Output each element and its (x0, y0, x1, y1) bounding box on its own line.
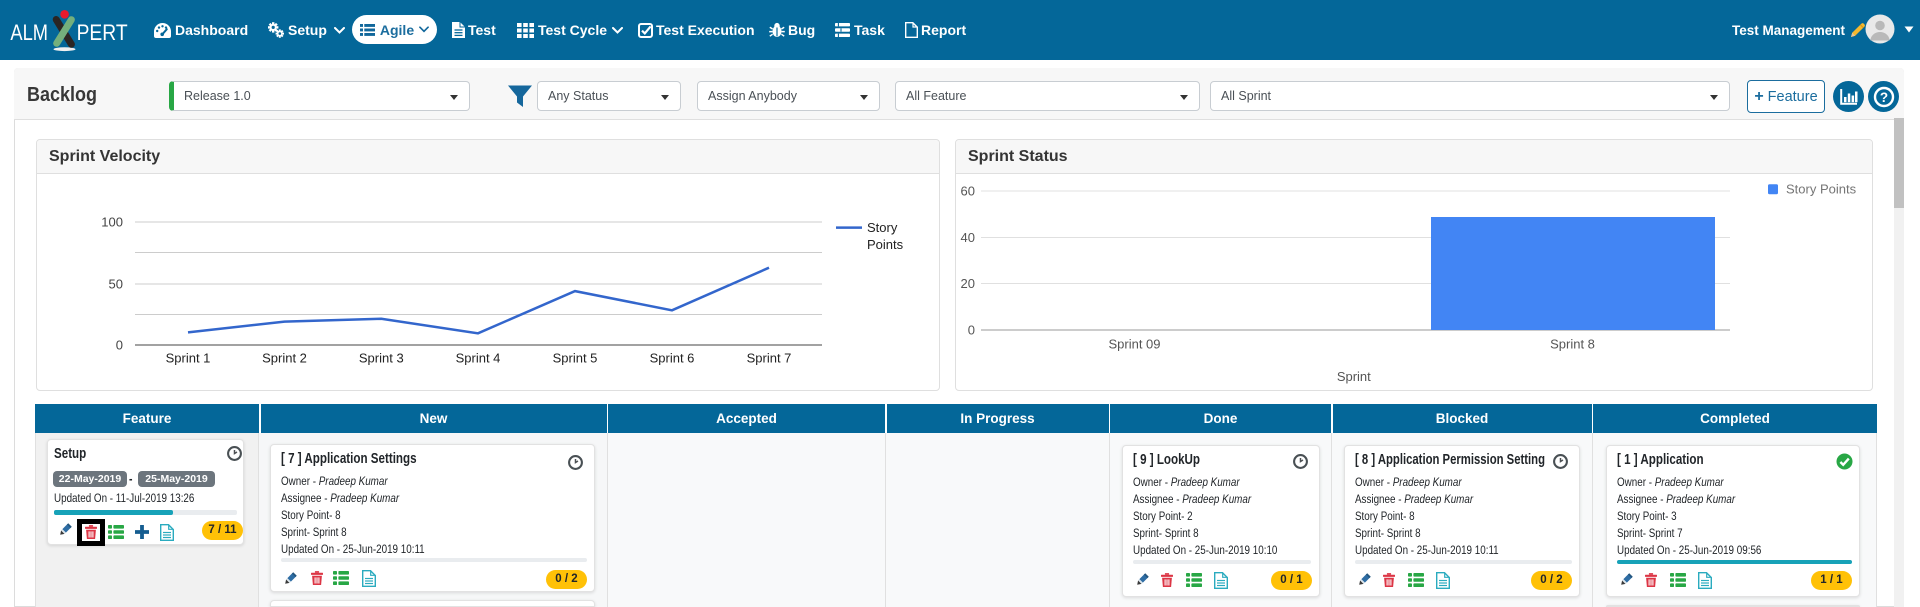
svg-text:Points: Points (867, 237, 904, 252)
svg-text:Story Points: Story Points (1786, 182, 1857, 197)
svg-text:100: 100 (101, 215, 123, 230)
svg-text:Sprint 6: Sprint 6 (650, 351, 695, 366)
svg-text:Sprint 7: Sprint 7 (747, 351, 792, 366)
svg-text:Sprint 3: Sprint 3 (359, 351, 404, 366)
svg-text:Story: Story (867, 220, 898, 235)
svg-text:0: 0 (116, 338, 123, 353)
svg-text:Sprint 4: Sprint 4 (456, 351, 501, 366)
svg-text:Sprint 09: Sprint 09 (1108, 336, 1160, 351)
svg-text:20: 20 (961, 276, 975, 291)
svg-text:40: 40 (961, 230, 975, 245)
svg-text:0: 0 (968, 323, 975, 338)
svg-text:Sprint 8: Sprint 8 (1550, 336, 1595, 351)
svg-text:Sprint 1: Sprint 1 (166, 351, 211, 366)
svg-text:PERT: PERT (77, 20, 128, 45)
svg-text:Sprint 5: Sprint 5 (553, 351, 598, 366)
svg-text:60: 60 (961, 184, 975, 199)
svg-text:Sprint: Sprint (1337, 369, 1371, 384)
svg-text:ALM: ALM (10, 20, 48, 45)
svg-text:50: 50 (109, 277, 123, 292)
svg-text:Sprint 2: Sprint 2 (262, 351, 307, 366)
svg-text:?: ? (1879, 89, 1887, 104)
